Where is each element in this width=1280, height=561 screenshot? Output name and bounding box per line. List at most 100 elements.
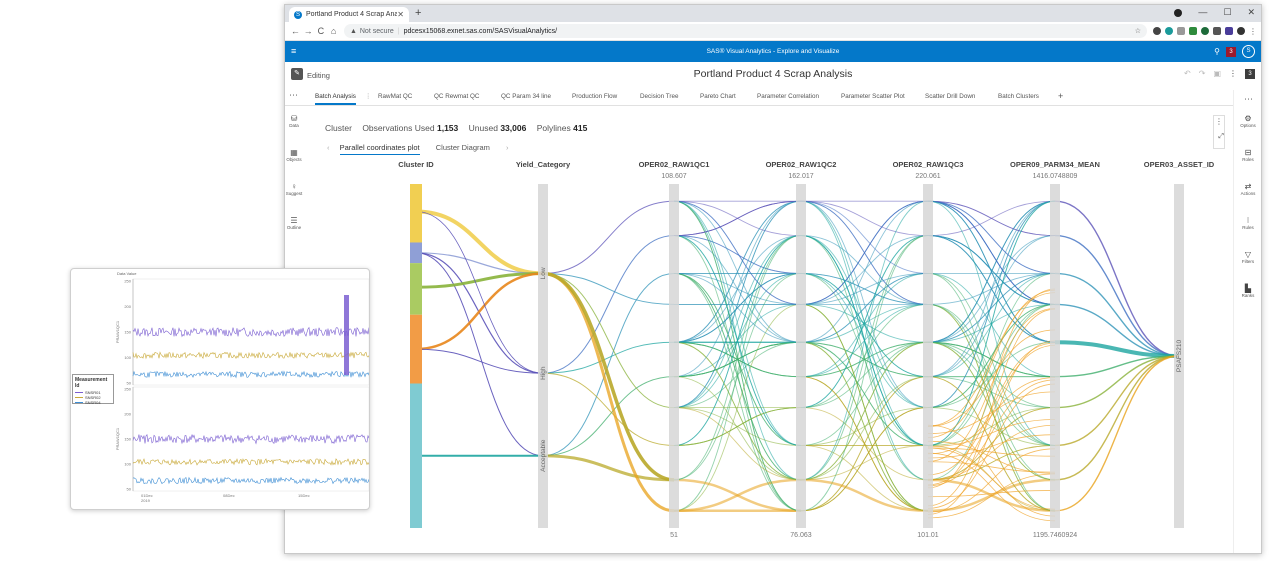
objects-icon: ▦ bbox=[290, 148, 298, 157]
cluster-label: Cluster bbox=[325, 123, 352, 133]
header-actions: ⚲ 3 S bbox=[1214, 45, 1255, 58]
tab-close-icon[interactable]: ✕ bbox=[397, 10, 404, 19]
polyline bbox=[415, 209, 544, 276]
tab-qc-rewmat-qc[interactable]: QC Rewmat QC bbox=[434, 93, 479, 100]
left-pane-data[interactable]: ⛁ Data bbox=[285, 114, 303, 128]
yield-category-label: High bbox=[540, 366, 547, 380]
right-pane-label: Rules bbox=[1242, 225, 1254, 230]
extension-icon[interactable] bbox=[1153, 26, 1162, 35]
polylines-value: 415 bbox=[573, 123, 588, 133]
extension-icon[interactable] bbox=[1177, 26, 1186, 35]
yield-category-label: Acceptable bbox=[540, 439, 547, 472]
tab-qc-param-34-line[interactable]: QC Param 34 line bbox=[501, 93, 551, 100]
page-tabs-bar: ⋯ Batch Analysis ⋮ RawMat QC QC Rewmat Q… bbox=[285, 88, 1261, 106]
report-canvas: Cluster Observations Used 1,153 Unused 3… bbox=[311, 109, 1233, 552]
cluster-segment bbox=[410, 383, 422, 528]
extension-icon[interactable] bbox=[1225, 26, 1234, 35]
user-avatar[interactable]: S bbox=[1242, 45, 1255, 58]
tab-parallel-coordinates[interactable]: Parallel coordinates plot bbox=[339, 143, 420, 155]
extension-icon[interactable] bbox=[1165, 26, 1174, 35]
back-button[interactable]: ← bbox=[289, 26, 302, 36]
unused-value: 33,006 bbox=[500, 123, 527, 133]
tab-parameter-scatter-plot[interactable]: Parameter Scatter Plot bbox=[841, 93, 905, 100]
tab-menu-icon[interactable]: ⋮ bbox=[365, 93, 371, 100]
object-menu-button[interactable]: ⋮ bbox=[1213, 115, 1225, 149]
right-pane-actions[interactable]: ⇄ Actions bbox=[1234, 182, 1261, 196]
notification-badge[interactable]: 3 bbox=[1226, 46, 1236, 57]
extension-icon[interactable] bbox=[1189, 26, 1198, 35]
puzzle-icon[interactable] bbox=[1213, 26, 1222, 35]
bookmark-star-icon[interactable]: ☆ bbox=[1135, 27, 1141, 35]
chevron-left-icon[interactable]: ‹ bbox=[327, 143, 330, 152]
database-icon: ⛁ bbox=[290, 114, 298, 123]
close-window-button[interactable]: ✕ bbox=[1247, 7, 1255, 18]
report-toolbar: ↶ ↷ ▣ ⋮ 3 bbox=[1184, 69, 1255, 79]
warning-icon: ▲ bbox=[349, 27, 357, 35]
profile-avatar[interactable] bbox=[1237, 26, 1246, 35]
save-icon[interactable]: ▣ bbox=[1213, 69, 1221, 79]
tab-scatter-drill-down[interactable]: Scatter Drill Down bbox=[925, 93, 975, 100]
home-button[interactable]: ⌂ bbox=[327, 26, 340, 36]
tab-production-flow[interactable]: Production Flow bbox=[572, 93, 617, 100]
observations-used-label: Observations Used bbox=[362, 123, 435, 133]
browser-tab[interactable]: S Portland Product 4 Scrap Analys ✕ bbox=[289, 7, 409, 22]
inset-panel-label: PRAW1QC1 bbox=[115, 320, 120, 343]
roles-icon: ⊟ bbox=[1244, 148, 1252, 157]
reload-button[interactable]: C bbox=[314, 26, 327, 36]
right-pane-menu-icon[interactable]: ⋯ bbox=[1244, 94, 1253, 105]
add-page-button[interactable]: + bbox=[1058, 91, 1063, 101]
polyline bbox=[927, 307, 1056, 462]
report-title: Portland Product 4 Scrap Analysis bbox=[693, 68, 853, 80]
new-tab-button[interactable]: + bbox=[415, 7, 421, 19]
url-input[interactable]: ▲ Not secure | pdcesx15068.exnet.sas.com… bbox=[343, 24, 1148, 38]
tab-batch-clusters[interactable]: Batch Clusters bbox=[998, 93, 1039, 100]
page-menu-icon[interactable]: ⋯ bbox=[289, 90, 298, 101]
report-more-icon[interactable]: ⋮ bbox=[1229, 69, 1237, 79]
browser-menu-icon[interactable]: ⋮ bbox=[1249, 27, 1257, 36]
polyline bbox=[927, 272, 1056, 305]
minimize-button[interactable]: — bbox=[1198, 7, 1207, 18]
tab-decision-tree[interactable]: Decision Tree bbox=[640, 93, 679, 100]
undo-icon[interactable]: ↶ bbox=[1184, 69, 1191, 79]
inset-x-tick: 15Dec bbox=[298, 493, 310, 498]
axis-title: OPER02_RAW1QC2 bbox=[766, 160, 837, 169]
forward-button[interactable]: → bbox=[302, 26, 315, 36]
polyline bbox=[927, 447, 1056, 457]
time-series-chart: Data Value 250 200 150 100 50 PRAW1QC1 250 200 15… bbox=[115, 271, 369, 503]
polyline bbox=[1054, 340, 1180, 358]
right-pane-roles[interactable]: ⊟ Roles bbox=[1234, 148, 1261, 162]
right-pane: ⋯ ⚙ Options ⊟ Roles ⇄ Actions ⁝ Rules ▽ … bbox=[1233, 90, 1261, 553]
right-pane-filters[interactable]: ▽ Filters bbox=[1234, 250, 1261, 264]
search-icon[interactable]: ⚲ bbox=[1214, 47, 1220, 56]
polyline bbox=[673, 341, 802, 481]
tab-pareto-chart[interactable]: Pareto Chart bbox=[700, 93, 736, 100]
tab-cluster-diagram[interactable]: Cluster Diagram bbox=[436, 143, 490, 152]
hamburger-menu-icon[interactable]: ≡ bbox=[291, 46, 296, 56]
report-badge[interactable]: 3 bbox=[1245, 69, 1255, 79]
right-pane-options[interactable]: ⚙ Options bbox=[1234, 114, 1261, 128]
tab-parameter-correlation[interactable]: Parameter Correlation bbox=[757, 93, 819, 100]
chevron-right-icon[interactable]: › bbox=[506, 143, 509, 152]
url-text: pdcesx15068.exnet.sas.com/SASVisualAnaly… bbox=[403, 27, 558, 35]
rules-icon: ⁝ bbox=[1246, 216, 1250, 225]
redo-icon[interactable]: ↷ bbox=[1199, 69, 1206, 79]
polyline bbox=[542, 235, 675, 374]
record-icon[interactable] bbox=[1174, 9, 1183, 17]
left-pane-objects[interactable]: ▦ Objects bbox=[285, 148, 303, 162]
cluster-segment bbox=[410, 184, 422, 243]
extension-icon[interactable] bbox=[1201, 26, 1210, 35]
polyline bbox=[1054, 234, 1180, 357]
left-pane-outline[interactable]: ☰ Outline bbox=[285, 216, 303, 230]
axis-top-value: 162.017 bbox=[788, 173, 813, 180]
sas-favicon-icon: S bbox=[294, 10, 302, 19]
maximize-object-icon[interactable]: ⤢ bbox=[1218, 133, 1224, 141]
maximize-button[interactable]: ☐ bbox=[1223, 7, 1231, 18]
right-pane-ranks[interactable]: ▙ Ranks bbox=[1234, 284, 1261, 298]
tab-rawmat-qc[interactable]: RawMat QC bbox=[378, 93, 412, 100]
axis-bar bbox=[669, 184, 679, 528]
right-pane-label: Ranks bbox=[1241, 293, 1255, 298]
polyline bbox=[927, 303, 1056, 481]
left-pane-suggest[interactable]: ♀ Suggest bbox=[285, 182, 303, 196]
right-pane-rules[interactable]: ⁝ Rules bbox=[1234, 216, 1261, 230]
tab-batch-analysis[interactable]: Batch Analysis bbox=[315, 93, 356, 105]
